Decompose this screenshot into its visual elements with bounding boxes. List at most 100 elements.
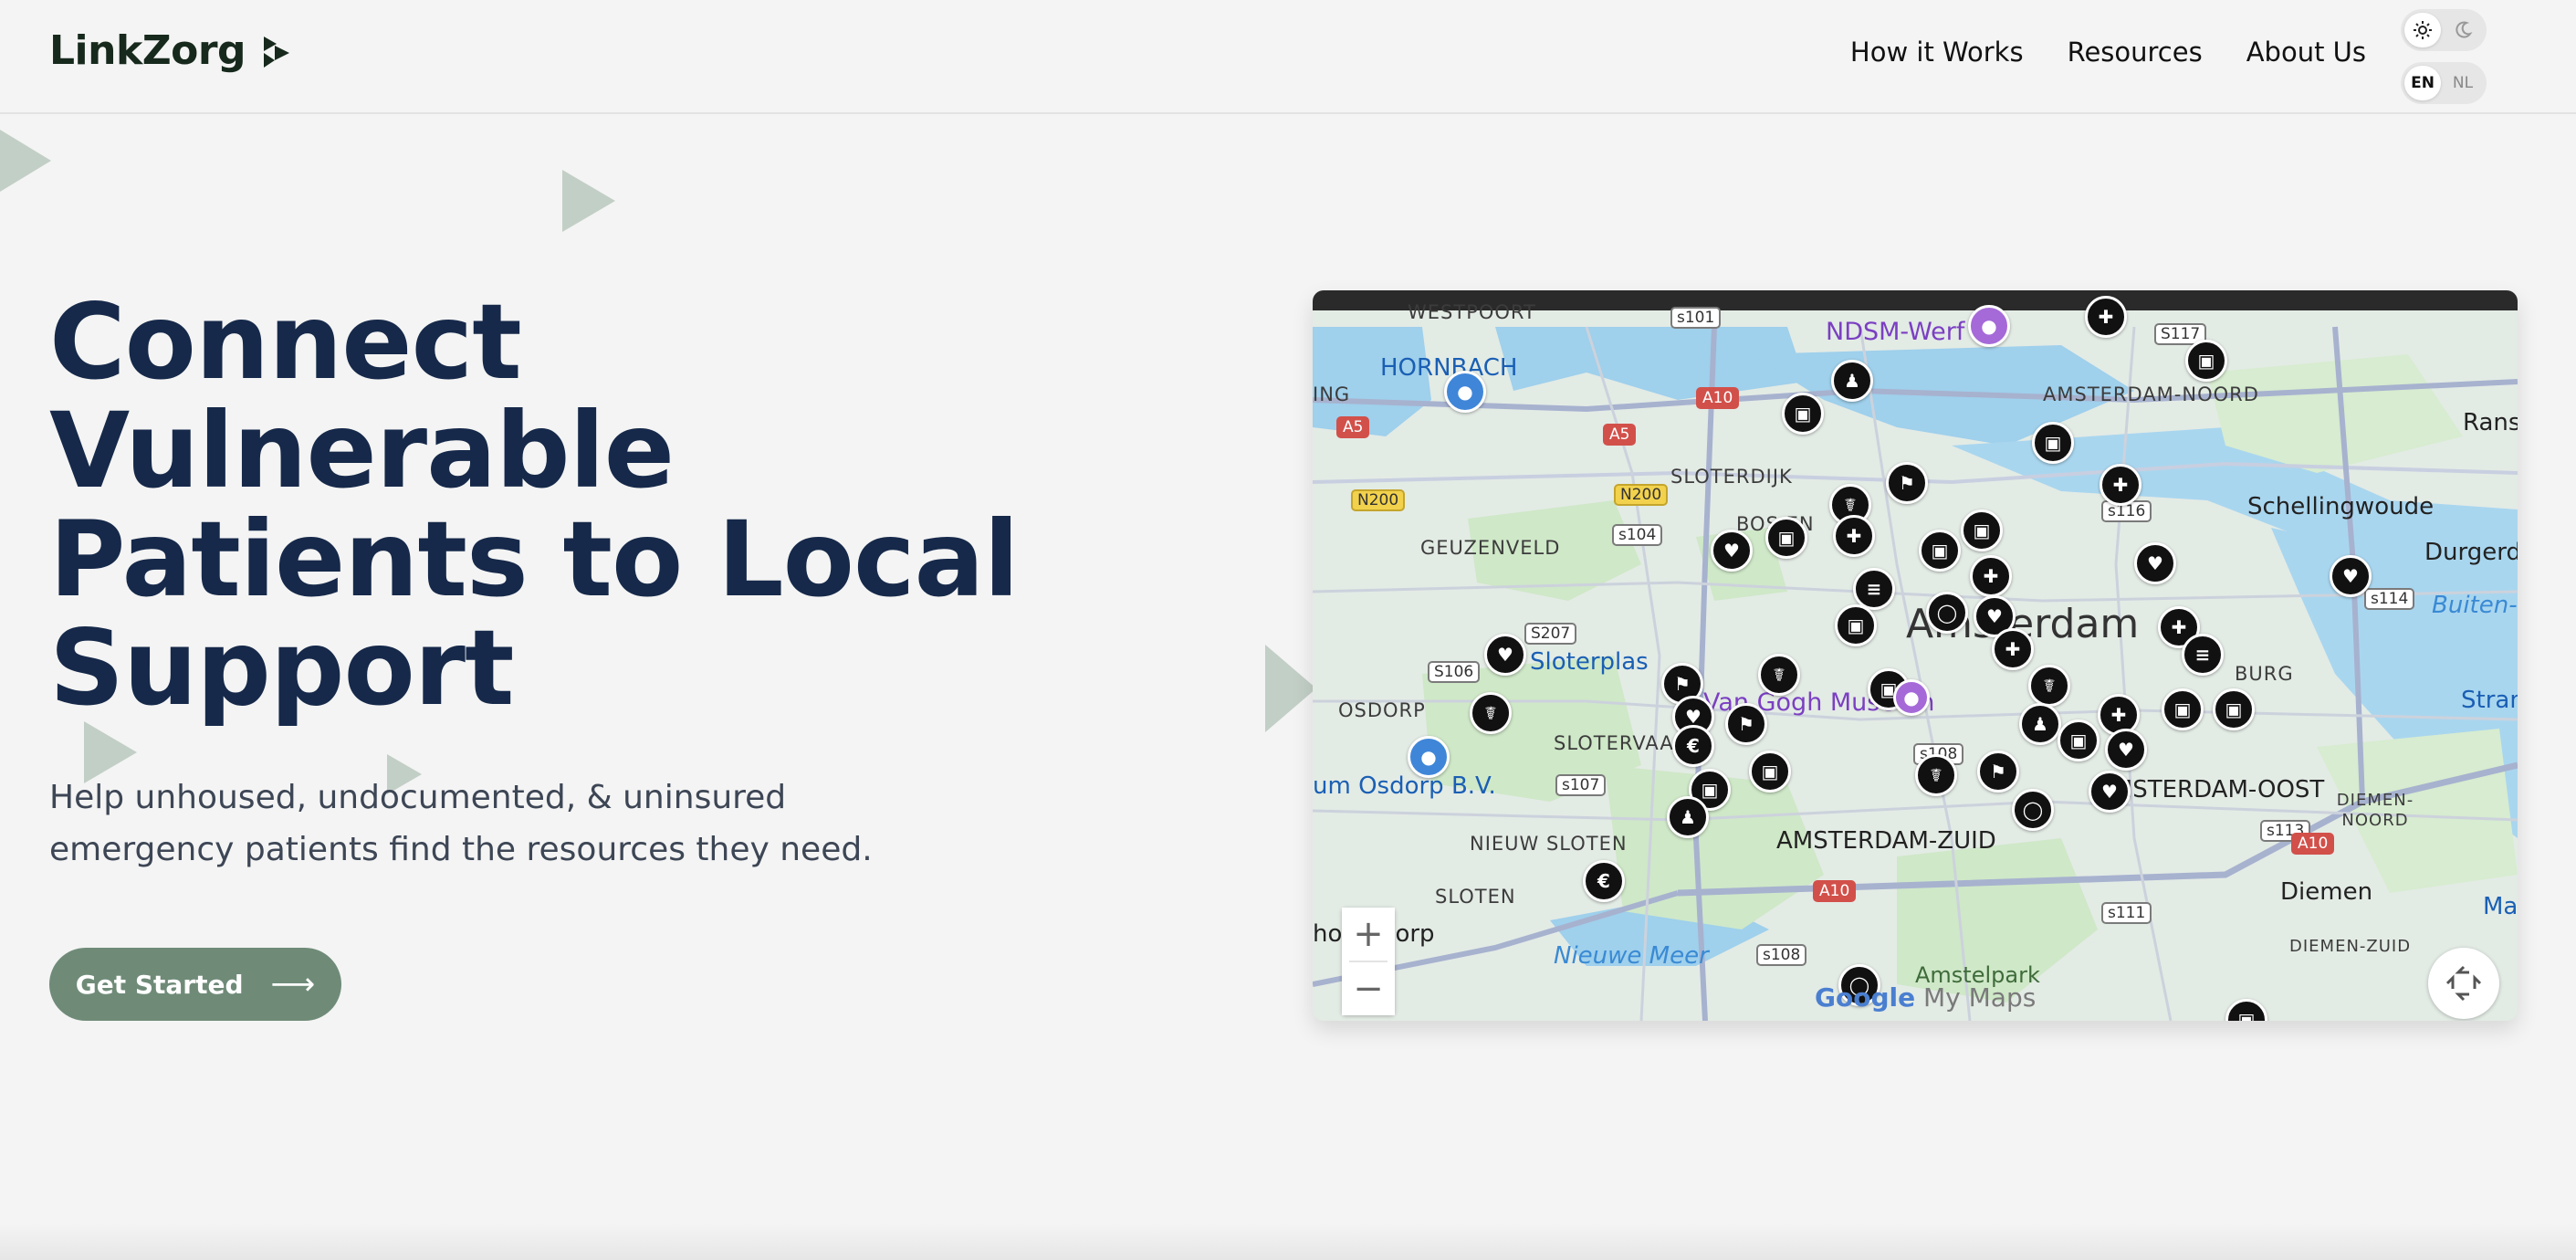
location-pin-marker[interactable]: ● [1408,736,1450,778]
bed-marker[interactable]: ▣ [2032,422,2074,464]
heart-hand-marker[interactable]: ♥ [2105,729,2147,771]
map-label: Schellingwoude [2247,493,2435,520]
briefcase-marker[interactable]: ▣ [1919,530,1961,572]
lang-nl-option[interactable]: NL [2445,66,2481,100]
hero-title-line: Patients to Local [49,499,1020,620]
map-label: Buiten-IJ [2432,592,2518,619]
map-attribution: Google My Maps [1815,982,2036,1013]
zoom-out-button[interactable]: − [1342,962,1395,1015]
nav-how-it-works[interactable]: How it Works [1850,37,2024,68]
clinic-marker[interactable]: ☤ [1758,654,1800,696]
map-label: ING [1313,383,1351,405]
road-shield: A10 [1696,387,1740,409]
bed-marker[interactable]: ▣ [2185,340,2227,382]
language-toggle[interactable]: EN NL [2401,62,2487,104]
euro-marker[interactable]: € [1583,860,1625,902]
briefcase-marker[interactable]: ▣ [2058,719,2100,761]
get-started-button[interactable]: Get Started ⟶ [49,948,341,1021]
people-marker[interactable]: ♟ [1667,796,1709,838]
medical-cross-marker[interactable]: ✚ [2085,296,2127,338]
hero-title-line: Vulnerable [49,390,675,511]
medical-cross-marker[interactable]: ✚ [1992,628,2034,670]
clinic-marker[interactable]: ☤ [2028,665,2070,707]
logo[interactable]: LinkZorg [49,27,295,74]
heart-hand-marker[interactable]: ♥ [1711,530,1753,572]
briefcase-marker[interactable]: ▣ [2213,688,2255,730]
bed-marker[interactable]: ▣ [1835,604,1877,646]
clinic-marker[interactable]: ☤ [1470,692,1512,734]
briefcase-marker[interactable]: ▣ [1782,393,1824,435]
page: LinkZorg How it Works Resources About Us… [0,0,2576,1260]
heart-hand-marker[interactable]: ♥ [2089,771,2131,813]
map-label: GEUZENVELD [1420,537,1561,559]
nav-resources[interactable]: Resources [2068,37,2203,68]
hero-subtitle-line: Help unhoused, undocumented, & uninsured [49,779,787,816]
map-label: Max [2483,893,2518,920]
pill-marker[interactable]: ◯ [1926,592,1968,634]
map-label: Strand I [2461,687,2518,714]
fullscreen-button[interactable] [2428,948,2499,1019]
google-logo: Google [1815,982,1916,1013]
medical-cross-marker[interactable]: ✚ [1833,515,1875,557]
hero-title-line: Connect [49,281,522,403]
map-label: Nieuwe Meer [1554,942,1709,970]
briefcase-marker[interactable]: ▣ [1749,751,1791,793]
location-pin-marker[interactable]: ● [1968,305,2010,347]
stack-marker[interactable]: ≡ [2182,634,2224,676]
map-label: SLOTERDIJK [1670,466,1793,488]
heart-hand-marker[interactable]: ♥ [2330,555,2372,597]
road-shield: s107 [1555,774,1607,796]
resource-map[interactable]: WESTPOORT HORNBACH NDSM-Werf AMSTERDAM-N… [1313,290,2518,1021]
flag-marker[interactable]: ⚑ [1886,462,1928,504]
sun-icon[interactable] [2404,13,2441,47]
theme-toggle[interactable] [2401,9,2487,51]
logo-text: LinkZorg [49,27,246,74]
map-label: BURG [2235,663,2294,685]
briefcase-marker[interactable]: ▣ [1961,509,2003,551]
pill-marker[interactable]: ◯ [2012,789,2054,831]
hero-title: Connect Vulnerable Patients to Local Sup… [49,288,1072,722]
people-marker[interactable]: ♟ [2019,703,2061,745]
map-label: DIEMEN-ZUID [2289,937,2412,956]
medical-cross-marker[interactable]: ✚ [1970,555,2012,597]
lang-en-option[interactable]: EN [2404,66,2441,100]
people-marker[interactable]: ♟ [1831,360,1873,402]
bottom-shade [0,1223,2576,1260]
map-label: AMSTERDAM-NOORD [2043,383,2259,405]
flag-marker[interactable]: ⚑ [1977,751,2019,793]
map-label: OSDORP [1338,699,1426,721]
briefcase-marker[interactable]: ▣ [2162,688,2204,730]
map-label: WESTPOORT [1408,301,1536,323]
nav-about-us[interactable]: About Us [2246,37,2366,68]
zoom-in-button[interactable]: + [1342,908,1395,961]
heart-hand-marker[interactable]: ♥ [2134,542,2176,584]
map-label: NDSM-Werf [1826,318,1965,346]
medical-cross-marker[interactable]: ✚ [2100,464,2141,506]
road-shield: N200 [1351,489,1406,511]
map-label: Diemen [2280,878,2373,906]
get-started-label: Get Started [75,969,244,1000]
location-pin-marker[interactable]: ● [1893,679,1930,716]
road-shield: S106 [1428,661,1481,683]
map-label: Sloterplas [1530,648,1649,676]
map-label: SLOTEN [1435,886,1516,908]
clinic-marker[interactable]: ☤ [1915,754,1957,796]
briefcase-marker[interactable]: ▣ [1765,517,1807,559]
euro-marker[interactable]: € [1672,725,1714,767]
road-shield: A10 [1813,880,1857,902]
main-nav: How it Works Resources About Us [1850,37,2366,68]
hero-title-line: Support [49,607,515,729]
stack-marker[interactable]: ≡ [1853,568,1895,610]
road-shield: s104 [1612,524,1663,546]
logo-arrows-icon [264,36,290,68]
moon-icon[interactable] [2445,13,2481,47]
road-shield: A5 [1336,416,1370,438]
location-pin-marker[interactable]: ● [1444,371,1486,413]
map-label: um Osdorp B.V. [1313,772,1496,800]
flag-marker[interactable]: ⚑ [1725,703,1767,745]
road-shield: s101 [1670,307,1722,329]
road-shield: A10 [2291,833,2335,855]
heart-hand-marker[interactable]: ♥ [1484,634,1526,676]
my-maps-label: My Maps [1923,982,2037,1013]
road-shield: s114 [2364,588,2415,610]
